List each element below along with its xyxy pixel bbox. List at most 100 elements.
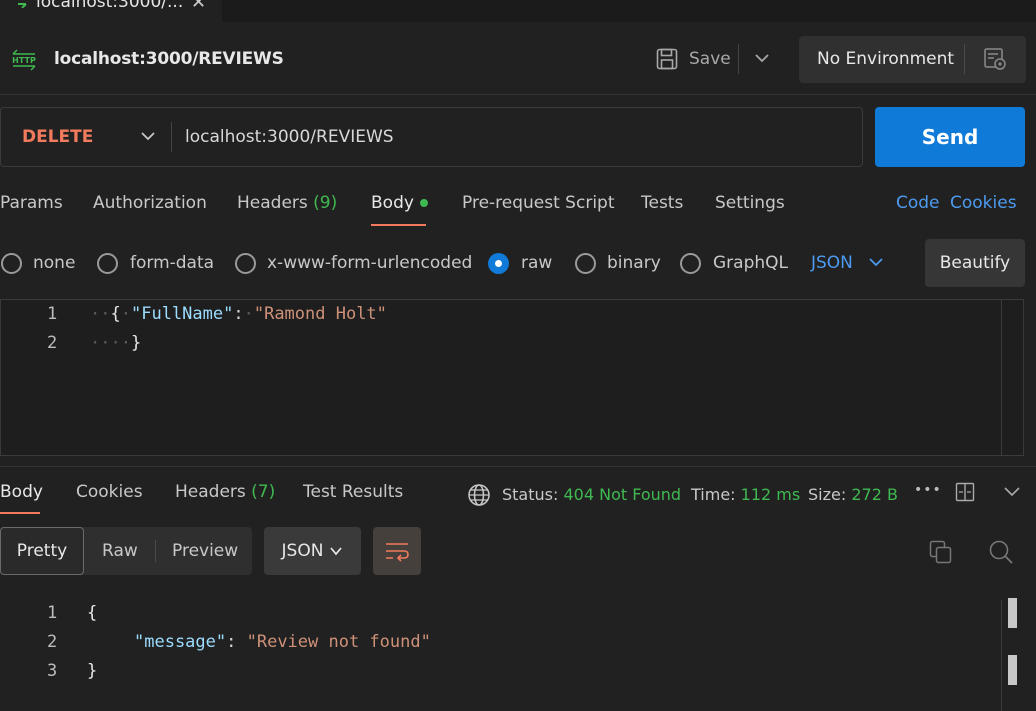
save-icon[interactable]	[656, 48, 678, 70]
environment-label[interactable]: No Environment	[817, 49, 954, 69]
active-tab-indicator	[0, 512, 40, 514]
view-raw-button[interactable]: Raw	[102, 541, 138, 561]
code-brace: }	[130, 333, 142, 353]
active-tab-indicator	[371, 224, 426, 226]
chevron-down-icon[interactable]	[140, 130, 156, 142]
response-tab-body[interactable]: Body	[0, 482, 43, 502]
status-readout: Status: 404 Not Found	[502, 485, 681, 504]
time-label: Time:	[691, 485, 736, 504]
view-preview-button[interactable]: Preview	[172, 541, 238, 561]
size-label: Size:	[808, 485, 847, 504]
tab-settings[interactable]: Settings	[715, 193, 785, 213]
response-format-select[interactable]: JSON	[264, 527, 361, 575]
more-options-icon[interactable]: •••	[914, 482, 942, 498]
time-readout: Time: 112 ms	[691, 485, 800, 504]
response-tab-headers[interactable]: Headers (7)	[175, 482, 275, 502]
method-select[interactable]: DELETE	[22, 127, 93, 147]
whitespace-marker: ··	[90, 304, 111, 324]
code-line[interactable]: ··{·"FullName":·"Ramond Holt"	[90, 304, 387, 324]
code-line[interactable]: "message": "Review not found"	[134, 632, 431, 652]
code-brace: {	[87, 603, 98, 623]
send-button[interactable]: Send	[875, 107, 1025, 167]
chevron-down-icon[interactable]	[754, 52, 770, 64]
radio-none-label[interactable]: none	[33, 253, 75, 273]
tab-pre-request-script[interactable]: Pre-request Script	[462, 193, 615, 213]
url-bar	[0, 107, 863, 167]
chevron-down-icon[interactable]	[868, 256, 884, 268]
response-tab-headers-label: Headers	[175, 482, 246, 502]
radio-graphql[interactable]	[680, 253, 701, 274]
svg-text:HTTP: HTTP	[12, 56, 36, 65]
wrap-lines-button[interactable]	[373, 527, 421, 575]
tab-tests[interactable]: Tests	[641, 193, 683, 213]
tab-title[interactable]: localhost:3000/...	[36, 0, 183, 12]
json-value: "Review not found"	[246, 632, 431, 652]
http-icon: HTTP	[10, 48, 38, 72]
tab-headers[interactable]: Headers (9)	[237, 193, 337, 213]
line-number: 2	[47, 632, 58, 652]
response-scrollbar-track[interactable]	[1001, 600, 1002, 711]
beautify-button[interactable]: Beautify	[925, 239, 1025, 287]
response-tab-cookies[interactable]: Cookies	[76, 482, 143, 502]
json-value: "Ramond Holt"	[253, 304, 387, 324]
request-title[interactable]: localhost:3000/REVIEWS	[54, 49, 284, 69]
size-value[interactable]: 272 B	[851, 485, 898, 504]
scroll-marker[interactable]	[1008, 655, 1017, 685]
separator	[0, 94, 1036, 95]
radio-raw[interactable]	[488, 253, 509, 274]
status-value[interactable]: 404 Not Found	[563, 485, 681, 504]
code-link[interactable]: Code	[896, 193, 940, 213]
radio-binary[interactable]	[575, 253, 596, 274]
code-brace: {	[110, 304, 121, 324]
copy-icon[interactable]	[929, 540, 953, 564]
body-format-select[interactable]: JSON	[811, 253, 853, 273]
whitespace-marker: ·	[243, 304, 254, 324]
headers-count: (7)	[251, 482, 276, 502]
tab-headers-label: Headers	[237, 193, 308, 213]
tab-body[interactable]: Body	[371, 193, 428, 213]
editor-scrollbar[interactable]	[1001, 300, 1002, 455]
time-value[interactable]: 112 ms	[741, 485, 801, 504]
radio-urlencoded[interactable]	[235, 253, 256, 274]
url-input[interactable]: localhost:3000/REVIEWS	[185, 127, 394, 147]
radio-form-data[interactable]	[97, 253, 118, 274]
tab-params[interactable]: Params	[0, 193, 63, 213]
code-colon: :	[233, 304, 244, 324]
code-brace: }	[87, 661, 98, 681]
http-tab-icon	[4, 0, 28, 8]
layout-toggle-icon[interactable]	[955, 482, 975, 502]
radio-raw-label[interactable]: raw	[521, 253, 552, 273]
tab-body-label: Body	[371, 193, 414, 213]
radio-graphql-label[interactable]: GraphQL	[713, 253, 788, 273]
environment-quick-look-icon[interactable]	[983, 47, 1007, 71]
close-icon[interactable]: ✕	[191, 0, 206, 13]
radio-urlencoded-label[interactable]: x-www-form-urlencoded	[267, 253, 472, 273]
globe-icon[interactable]	[467, 483, 491, 507]
line-number: 2	[47, 333, 58, 353]
separator	[0, 466, 1036, 467]
tab-authorization[interactable]: Authorization	[93, 193, 207, 213]
headers-count: (9)	[313, 193, 338, 213]
json-key: "message"	[134, 632, 227, 652]
scroll-marker[interactable]	[1008, 598, 1017, 628]
whitespace-marker: ····	[90, 333, 131, 353]
line-number: 3	[47, 661, 58, 681]
radio-form-data-label[interactable]: form-data	[130, 253, 214, 273]
chevron-down-icon[interactable]	[1003, 485, 1021, 497]
divider	[155, 540, 156, 562]
divider	[964, 44, 965, 74]
response-tab-test-results[interactable]: Test Results	[303, 482, 403, 502]
json-key: "FullName"	[130, 304, 234, 324]
cookies-link[interactable]: Cookies	[950, 193, 1017, 213]
code-line[interactable]: ····}	[90, 333, 141, 353]
body-indicator-dot	[419, 199, 428, 207]
view-pretty-button[interactable]: Pretty	[0, 527, 84, 575]
save-button[interactable]: Save	[689, 49, 731, 69]
size-readout: Size: 272 B	[808, 485, 898, 504]
response-format-label: JSON	[281, 541, 324, 561]
search-icon[interactable]	[988, 539, 1014, 565]
chevron-down-icon	[330, 547, 343, 556]
radio-binary-label[interactable]: binary	[607, 253, 661, 273]
status-label: Status:	[502, 485, 559, 504]
radio-none[interactable]	[1, 253, 22, 274]
